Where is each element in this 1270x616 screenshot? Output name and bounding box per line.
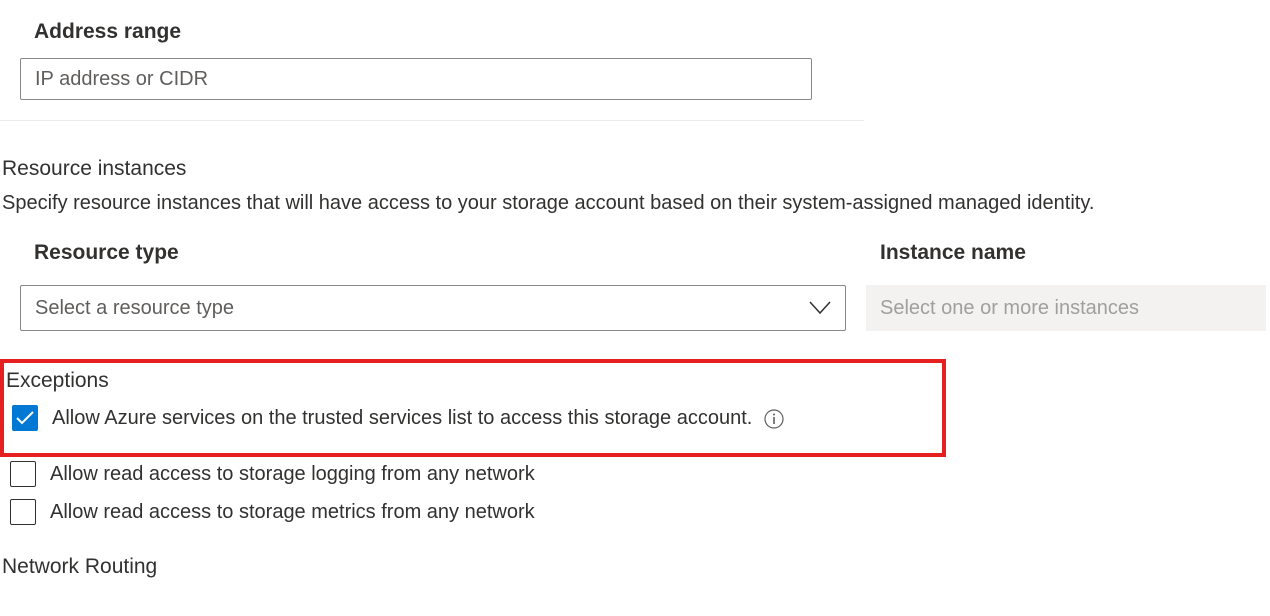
info-icon[interactable]: [764, 409, 784, 429]
instance-name-header: Instance name: [880, 241, 1270, 265]
exception-checkbox-storage-metrics[interactable]: [10, 499, 36, 525]
exception-row-trusted-services: Allow Azure services on the trusted serv…: [12, 405, 942, 431]
section-divider: [0, 120, 864, 121]
exception-checkbox-trusted-services[interactable]: [12, 405, 38, 431]
resource-type-placeholder: Select a resource type: [35, 297, 234, 320]
resource-instances-section: Resource instances Specify resource inst…: [0, 149, 1270, 331]
exception-row-storage-logging: Allow read access to storage logging fro…: [0, 461, 1270, 487]
address-range-title: Address range: [0, 0, 1270, 52]
resource-instances-heading: Resource instances: [0, 149, 1270, 185]
exceptions-highlight-box: Exceptions Allow Azure services on the t…: [0, 359, 946, 457]
checkmark-icon: [16, 411, 34, 425]
resource-type-header: Resource type: [34, 241, 860, 265]
address-range-section: Address range: [0, 0, 1270, 121]
exception-checkbox-storage-logging[interactable]: [10, 461, 36, 487]
exception-label-storage-logging: Allow read access to storage logging fro…: [50, 461, 535, 487]
network-routing-heading: Network Routing: [0, 537, 1270, 579]
exception-row-storage-metrics: Allow read access to storage metrics fro…: [0, 499, 1270, 525]
exception-label-trusted-services: Allow Azure services on the trusted serv…: [52, 405, 784, 431]
instance-name-placeholder: Select one or more instances: [880, 297, 1139, 320]
resource-instances-columns: Resource type Select a resource type Ins…: [0, 217, 1270, 331]
address-range-input[interactable]: [20, 58, 812, 100]
exception-label-storage-metrics: Allow read access to storage metrics fro…: [50, 499, 535, 525]
exceptions-heading: Exceptions: [6, 369, 942, 393]
instance-name-select: Select one or more instances: [866, 285, 1266, 331]
chevron-down-icon: [809, 301, 831, 315]
resource-type-column: Resource type Select a resource type: [34, 241, 860, 331]
instance-name-column: Instance name Select one or more instanc…: [880, 241, 1270, 331]
resource-instances-description: Specify resource instances that will hav…: [0, 185, 1270, 217]
address-range-input-wrap: [0, 52, 1270, 120]
resource-type-select[interactable]: Select a resource type: [20, 285, 846, 331]
